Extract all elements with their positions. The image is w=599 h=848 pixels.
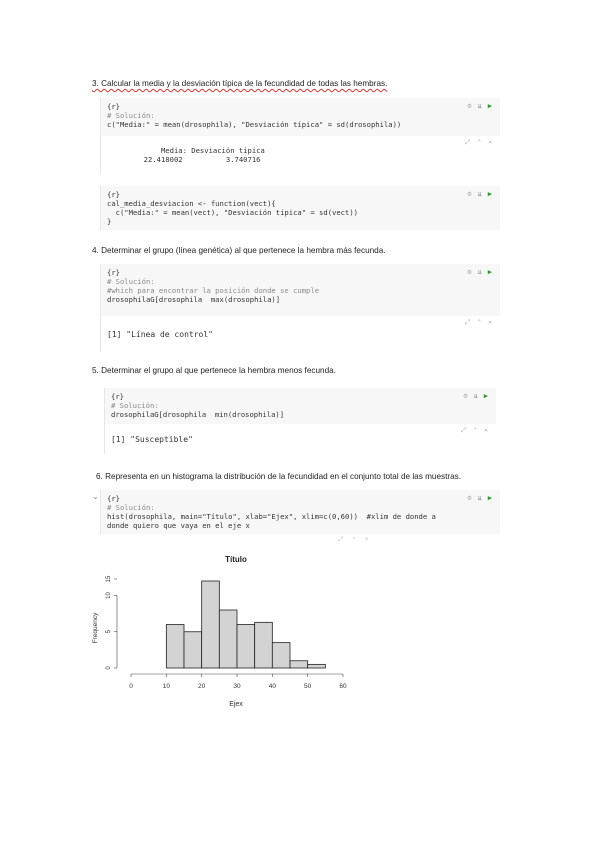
x-tick-label: 40 (269, 683, 277, 690)
code-line: c("Media:" = mean(drosophila), "Desviaci… (107, 120, 402, 129)
run-chunk-icon[interactable]: ▶ (488, 268, 492, 276)
question-4: 4. Determinar el grupo (línea genética) … (92, 246, 386, 255)
gear-icon[interactable]: ⚙ (467, 102, 471, 110)
run-above-icon[interactable]: ⇊ (478, 190, 482, 198)
code-line: drosophilaG[drosophila min(drosophila)] (111, 410, 285, 419)
code-comment: #which para encontrar la posición donde … (107, 286, 320, 295)
run-above-icon[interactable]: ⇊ (474, 392, 478, 400)
code-line: } (107, 217, 112, 226)
question-3: 3. Calcular la media y la desviación típ… (92, 79, 388, 88)
collapse-icon[interactable]: ⌃ (477, 138, 481, 147)
output-header: Media: Desviación típica (135, 146, 265, 155)
code-line: drosophilaG[drosophila max(drosophila)] (107, 295, 281, 304)
code-chunk-function[interactable]: {r} cal_media_desviacion <- function(vec… (100, 186, 500, 230)
histogram-bar (165, 624, 185, 669)
y-tick-label: 0 (106, 666, 112, 670)
run-above-icon[interactable]: ⇊ (478, 102, 482, 110)
y-tick-label: 15 (106, 575, 112, 582)
run-chunk-icon[interactable]: ▶ (488, 190, 492, 198)
run-chunk-icon[interactable]: ▶ (488, 102, 492, 110)
collapse-icon[interactable]: ⌃ (351, 536, 356, 544)
chunk-header: {r} (107, 494, 120, 503)
collapse-icon[interactable]: ⌃ (473, 426, 477, 435)
run-chunk-icon[interactable]: ▶ (488, 494, 492, 502)
expand-icon[interactable]: ⤢ (461, 426, 466, 435)
output-line: [1] "Línea de control" (107, 330, 213, 339)
run-above-icon[interactable]: ⇊ (478, 494, 482, 502)
code-line: cal_media_desviacion <- function(vect){ (107, 199, 494, 208)
chunk-header: {r} (107, 102, 120, 111)
chunk-header: {r} (107, 268, 120, 277)
gear-icon[interactable]: ⚙ (467, 190, 471, 198)
chunk-output-max: ⤢ ⌃ × [1] "Línea de control" (100, 316, 500, 352)
x-tick-label: 10 (163, 683, 171, 690)
histogram-bar (254, 621, 273, 669)
output-values: 22.418002 3.740716 (135, 155, 261, 164)
chunk-output-mean-sd: ⤢ ⌃ × Media: Desviación típica 22.418002… (100, 136, 500, 174)
code-comment: # Solución: (107, 277, 155, 286)
code-chunk-min[interactable]: {r} # Solución: drosophilaG[drosophila m… (104, 388, 496, 424)
question-6: 6. Representa en un histograma la distri… (96, 472, 462, 481)
code-line: donde quiero que vaya en el eje x (107, 521, 250, 530)
histogram-bar (289, 660, 309, 669)
plot-output-controls: ⤢ ⌃ × (338, 536, 368, 544)
run-chunk-icon[interactable]: ▶ (484, 392, 488, 400)
code-comment: # Solución: (111, 401, 159, 410)
x-tick-label: 50 (304, 683, 312, 690)
y-axis-label: Frequency (92, 612, 99, 643)
code-line: hist(drosophila, main="Título", xlab="Ej… (107, 512, 436, 521)
x-tick-label: 30 (233, 683, 241, 690)
x-tick-label: 0 (129, 683, 133, 690)
expand-icon[interactable]: ⤢ (465, 138, 470, 147)
gear-icon[interactable]: ⚙ (467, 268, 471, 276)
chunk-output-min: ⤢ ⌃ × [1] "Susceptible" (104, 424, 496, 454)
output-line: [1] "Susceptible" (111, 435, 193, 444)
x-axis-label: Ejex (229, 701, 243, 708)
histogram-bar (218, 609, 238, 669)
fold-chunk-icon[interactable]: ⌄ (92, 492, 99, 501)
x-tick-label: 20 (198, 683, 206, 690)
code-chunk-hist[interactable]: {r} # Solución: hist(drosophila, main="T… (100, 490, 500, 534)
chunk-header: {r} (107, 190, 120, 199)
code-line: c("Media:" = mean(vect), "Desviación típ… (107, 208, 358, 217)
histogram-bar (236, 624, 256, 669)
code-comment: # Solución: (107, 503, 155, 512)
expand-icon[interactable]: ⤢ (338, 536, 343, 544)
gear-icon[interactable]: ⚙ (463, 392, 467, 400)
expand-icon[interactable]: ⤢ (465, 318, 470, 327)
close-icon[interactable]: × (484, 426, 488, 435)
chart-title: Título (225, 555, 247, 564)
question-5: 5. Determinar el grupo al que pertenece … (92, 366, 336, 375)
run-above-icon[interactable]: ⇊ (478, 268, 482, 276)
code-chunk-max[interactable]: {r} # Solución: #which para encontrar la… (100, 264, 500, 316)
histogram-bar (271, 642, 291, 669)
close-icon[interactable]: × (488, 138, 492, 147)
collapse-icon[interactable]: ⌃ (477, 318, 481, 327)
y-tick-label: 10 (106, 592, 112, 599)
x-tick-label: 60 (339, 683, 347, 690)
histogram-bar (201, 580, 220, 669)
y-tick-label: 5 (106, 629, 112, 633)
close-icon[interactable]: × (365, 536, 369, 544)
close-icon[interactable]: × (488, 318, 492, 327)
chunk-header: {r} (111, 392, 124, 401)
histogram-bar (307, 663, 326, 669)
histogram-bar (183, 631, 203, 669)
gear-icon[interactable]: ⚙ (467, 494, 471, 502)
code-fn-line: cal_media_desviacion <- function(vect){ (107, 199, 276, 208)
code-comment: # Solución: (107, 111, 155, 120)
code-chunk-mean-sd[interactable]: {r} # Solución: c("Media:" = mean(drosop… (100, 98, 500, 136)
